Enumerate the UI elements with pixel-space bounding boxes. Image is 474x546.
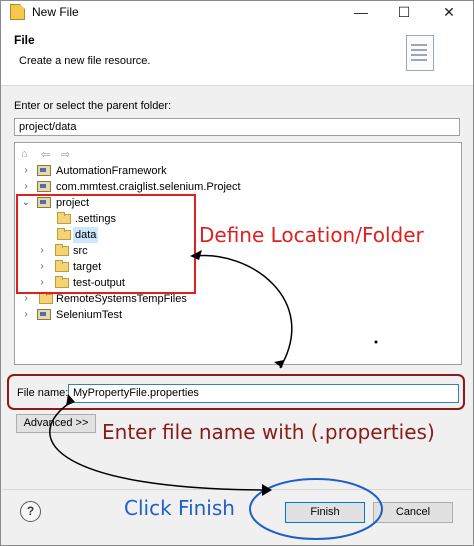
- filename-highlight-box: [7, 374, 465, 410]
- location-arrow: [194, 254, 293, 369]
- annotation-overlay: [7, 194, 465, 540]
- location-annotation: Define Location/Folder: [199, 223, 424, 247]
- location-highlight-box: [16, 194, 196, 294]
- arrowhead-icon: [274, 360, 284, 368]
- finish-highlight-ellipse: [249, 478, 383, 540]
- finish-arrow: [49, 403, 271, 491]
- arrowhead-icon: [66, 394, 75, 406]
- filename-annotation: Enter file name with (.properties): [102, 420, 435, 444]
- finish-annotation: Click Finish: [124, 496, 235, 520]
- dot-mark: [374, 340, 378, 344]
- arrowhead-icon: [262, 484, 272, 496]
